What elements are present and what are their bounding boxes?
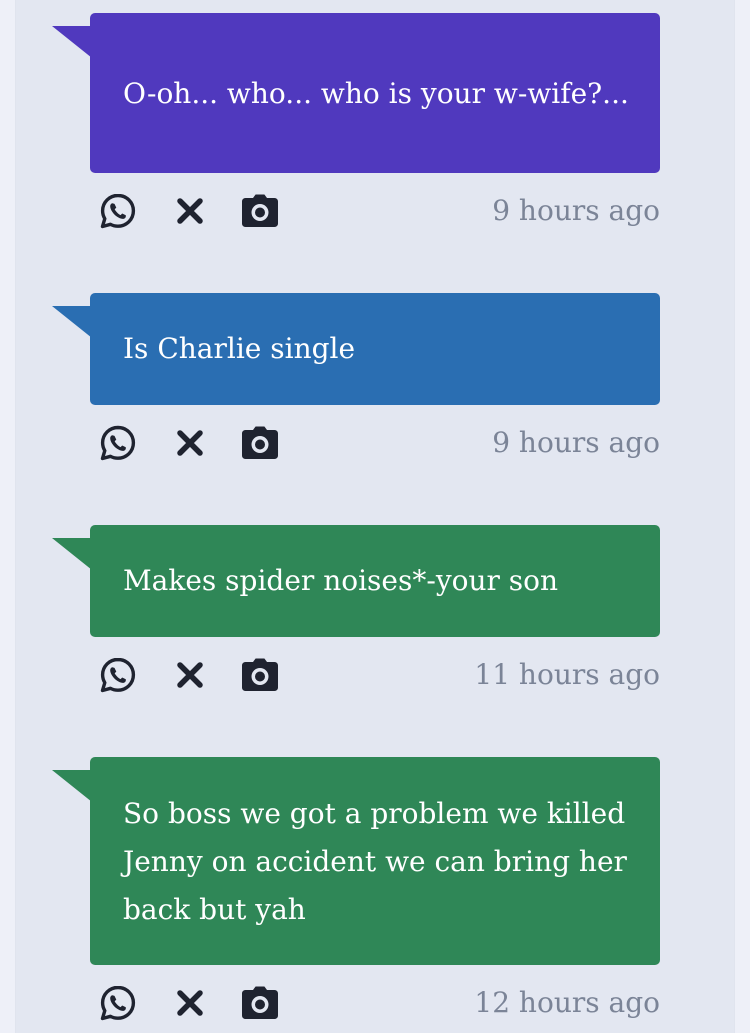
message-actions: 9 hours ago [90,405,660,475]
bubble-wrap: Is Charlie single [50,293,662,405]
screenshot-button[interactable] [240,655,280,695]
message-card: O-oh... who... who is your w-wife?... 9 … [50,13,662,243]
message-actions: 9 hours ago [90,173,660,243]
bubble-tail [52,26,92,58]
message-timestamp: 12 hours ago [474,986,660,1019]
camera-icon [242,658,278,691]
share-whatsapp-button[interactable] [98,191,138,231]
page: O-oh... who... who is your w-wife?... 9 … [0,0,750,1033]
bubble-tail [52,538,92,570]
share-whatsapp-button[interactable] [98,423,138,463]
whatsapp-icon [100,193,136,229]
message-text: O-oh... who... who is your w-wife?... [123,77,629,110]
message-bubble[interactable]: Is Charlie single [90,293,660,405]
whatsapp-icon [100,657,136,693]
message-actions: 12 hours ago [90,965,660,1033]
message-actions: 11 hours ago [90,637,660,707]
close-icon [177,662,203,688]
message-card: So boss we got a problem we killed Jenny… [50,757,662,1033]
message-timestamp: 9 hours ago [492,194,660,227]
bubble-wrap: Makes spider noises*-your son [50,525,662,637]
dismiss-button[interactable] [170,423,210,463]
share-whatsapp-button[interactable] [98,983,138,1023]
camera-icon [242,194,278,227]
screenshot-button[interactable] [240,423,280,463]
right-gutter [734,0,750,1033]
screenshot-button[interactable] [240,983,280,1023]
share-whatsapp-button[interactable] [98,655,138,695]
bubble-tail [52,306,92,338]
message-bubble[interactable]: O-oh... who... who is your w-wife?... [90,13,660,173]
message-timestamp: 9 hours ago [492,426,660,459]
close-icon [177,430,203,456]
message-card: Makes spider noises*-your son 11 hours a… [50,525,662,707]
screenshot-button[interactable] [240,191,280,231]
message-bubble[interactable]: So boss we got a problem we killed Jenny… [90,757,660,965]
whatsapp-icon [100,985,136,1021]
message-text: Makes spider noises*-your son [123,564,559,597]
message-text: Is Charlie single [123,332,356,365]
dismiss-button[interactable] [170,983,210,1023]
left-gutter [0,0,16,1033]
message-timestamp: 11 hours ago [474,658,660,691]
dismiss-button[interactable] [170,191,210,231]
dismiss-button[interactable] [170,655,210,695]
camera-icon [242,426,278,459]
camera-icon [242,986,278,1019]
message-bubble[interactable]: Makes spider noises*-your son [90,525,660,637]
bubble-tail [52,770,92,802]
bubble-wrap: O-oh... who... who is your w-wife?... [50,13,662,173]
message-card: Is Charlie single 9 hours ago [50,293,662,475]
whatsapp-icon [100,425,136,461]
message-text: So boss we got a problem we killed Jenny… [123,797,627,926]
close-icon [177,198,203,224]
close-icon [177,990,203,1016]
bubble-wrap: So boss we got a problem we killed Jenny… [50,757,662,965]
